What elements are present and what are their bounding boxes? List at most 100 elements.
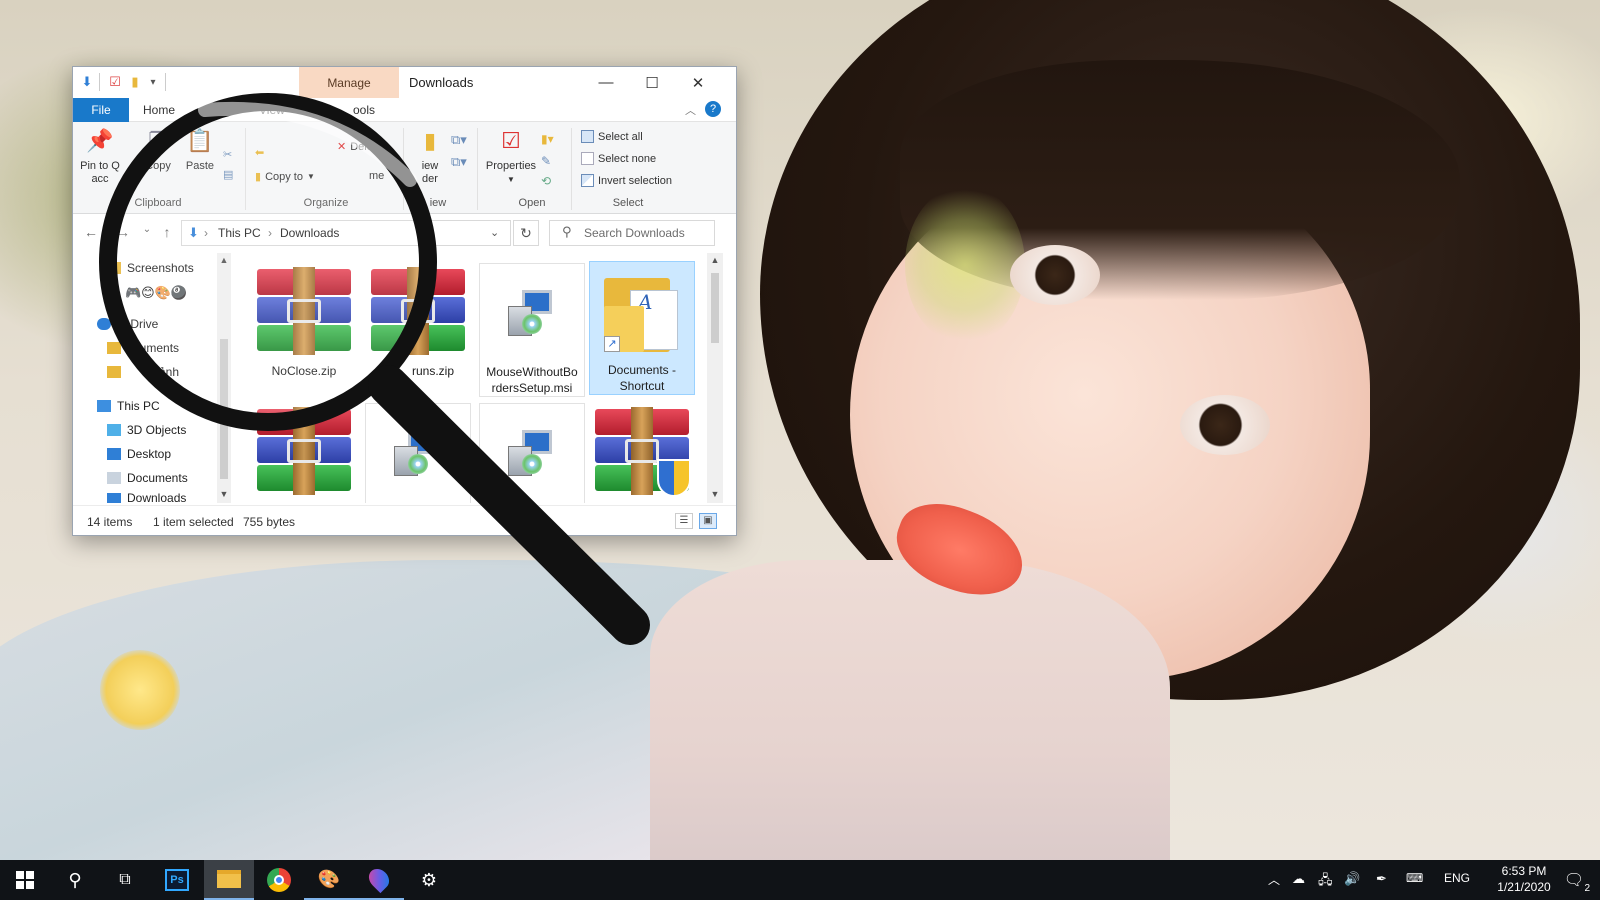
copy-path-icon[interactable]: ▤ [223,168,233,181]
show-hidden-icons-chevron-icon[interactable]: ︿ [1268,871,1280,888]
nav-item-downloads[interactable]: Downloads [107,493,186,503]
address-bar[interactable]: ⬇ › This PC › Downloads ⌄ [181,220,511,246]
select-none-button[interactable]: Select none [581,152,656,165]
downloads-arrow-icon[interactable]: ⬇ [79,73,95,91]
properties-button[interactable]: ☑ Properties ▼ [483,126,539,186]
windows-start-icon[interactable] [0,860,50,900]
tab-application-tools[interactable]: ools [353,103,375,117]
nav-item-3d-objects[interactable]: 3D Objects [107,423,186,437]
folder-icon [107,366,121,378]
up-arrow-icon[interactable]: ↑ [159,224,175,240]
easy-access-icon[interactable]: ⧉▾ [451,154,467,170]
settings-gear-icon[interactable]: ⚙ [404,860,454,900]
tab-home[interactable]: Home [143,103,175,117]
cut-icon[interactable]: ✂ [223,148,232,161]
file-item[interactable]: MouseWithoutBo rdersSetup.msi [479,263,585,397]
search-input[interactable]: ⚲ Search Downloads [549,220,715,246]
ribbon-separator [477,128,478,210]
close-button[interactable]: ✕ [675,67,721,98]
file-item[interactable] [251,403,357,503]
selection-size: 755 bytes [243,515,296,529]
file-item[interactable] [365,403,471,503]
network-icon[interactable]: 🖧 [1318,871,1333,893]
notifications-icon[interactable]: 🗨 2 [1552,860,1596,900]
recent-locations-chevron-icon[interactable]: ⌄ [139,224,155,235]
scroll-thumb[interactable] [220,339,228,479]
input-language[interactable]: ENG [1444,871,1470,885]
select-all-button[interactable]: Select all [581,130,643,143]
customize-toolbar-icon[interactable]: ▾ [145,73,161,91]
folder-icon [107,342,121,354]
nav-item-documents[interactable]: Documents [107,471,188,485]
file-item[interactable]: runs.zip [365,263,471,397]
scroll-thumb[interactable] [711,273,719,343]
scroll-down-icon[interactable]: ▼ [217,489,231,499]
file-list: NoClose.zip runs.zip MouseWithoutBo rder… [235,253,715,503]
back-arrow-icon[interactable]: ← [83,224,99,240]
scroll-up-icon[interactable]: ▲ [707,255,723,265]
nav-scrollbar[interactable]: ▲ ▼ [217,253,231,503]
refresh-button[interactable]: ↻ [513,220,539,246]
nav-item-this-pc[interactable]: This PC [97,399,160,413]
paint-icon[interactable]: 🎨 [304,860,354,900]
tab-file[interactable]: File [73,98,129,122]
new-folder-button[interactable]: ▮ iew der [407,126,453,186]
search-icon[interactable]: ⚲ [50,860,100,900]
file-item[interactable] [589,403,695,503]
properties-check-icon[interactable]: ☑ [107,73,123,91]
large-icons-view-icon[interactable]: ▣ [699,513,717,529]
photoshop-icon[interactable]: Ps [152,860,202,900]
manage-contextual-tab[interactable]: Manage [299,67,399,98]
paste-button[interactable]: 📋 Paste [177,126,223,173]
edit-icon[interactable]: ✎ [541,154,551,168]
invert-selection-button[interactable]: Invert selection [581,174,672,187]
security-tray-icon[interactable]: ☁ [1292,871,1305,887]
move-to-button[interactable]: ⬅ [255,146,264,159]
search-placeholder: Search Downloads [584,226,685,240]
nav-item-screenshots[interactable]: Screenshots [107,261,194,275]
nav-item-label: This PC [117,399,160,413]
volume-icon[interactable]: 🔊 [1344,871,1360,887]
nav-item-documents-onedrive[interactable]: ocuments [107,341,179,355]
maps-pin-icon[interactable] [354,860,404,900]
nav-item-emoji-folder[interactable]: 🎮😊🎨🎱 [125,285,187,301]
copy-to-button[interactable]: ▮ Copy to ▼ [255,170,315,184]
file-explorer-icon[interactable] [204,860,254,900]
wallpaper-flower [100,650,180,730]
nav-item-onedrive[interactable]: neDrive [97,317,158,331]
task-view-icon[interactable]: ⧉ [100,860,150,900]
minimize-button[interactable]: — [583,67,629,98]
new-folder-icon[interactable]: ▮ [127,73,143,91]
history-icon[interactable]: ⟲ [541,174,551,188]
breadcrumb-downloads[interactable]: Downloads [280,226,339,240]
cube-icon [107,424,121,436]
copy-button[interactable]: ❐ Copy [135,126,181,173]
help-icon[interactable]: ? [705,101,721,117]
organize-group-label: Organize [303,197,349,209]
scroll-down-icon[interactable]: ▼ [707,489,723,499]
touch-keyboard-icon[interactable]: ⌨ [1406,871,1423,885]
file-list-scrollbar[interactable]: ▲ ▼ [707,253,723,503]
nav-item-desktop[interactable]: Desktop [107,447,171,461]
pin-quick-access-button[interactable]: 📌 Pin to Q acc [77,126,123,186]
forward-arrow-icon[interactable]: → [115,224,131,240]
pen-ink-icon[interactable]: ✒ [1376,871,1387,887]
select-all-label: Select all [598,130,643,143]
address-dropdown-chevron-icon[interactable]: ⌄ [490,226,499,239]
file-item[interactable] [479,403,585,503]
rename-button[interactable]: me [369,170,384,182]
nav-item-pictures-onedrive[interactable]: ảnh [107,365,179,379]
maximize-button[interactable]: ☐ [629,67,675,98]
scroll-up-icon[interactable]: ▲ [217,255,231,265]
details-view-icon[interactable]: ☰ [675,513,693,529]
file-item-selected[interactable]: A ↗ Documents - Shortcut [589,261,695,395]
collapse-ribbon-icon[interactable]: ︿ [685,102,696,118]
open-icon[interactable]: ▮▾ [541,132,554,146]
chrome-icon[interactable] [254,860,304,900]
new-item-icon[interactable]: ⧉▾ [451,132,467,148]
properties-icon: ☑ [501,128,521,153]
tab-view[interactable]: View [259,103,285,117]
breadcrumb-this-pc[interactable]: This PC [218,226,261,240]
delete-button[interactable]: ✕ Dele [337,140,373,154]
file-item[interactable]: NoClose.zip [251,263,357,397]
